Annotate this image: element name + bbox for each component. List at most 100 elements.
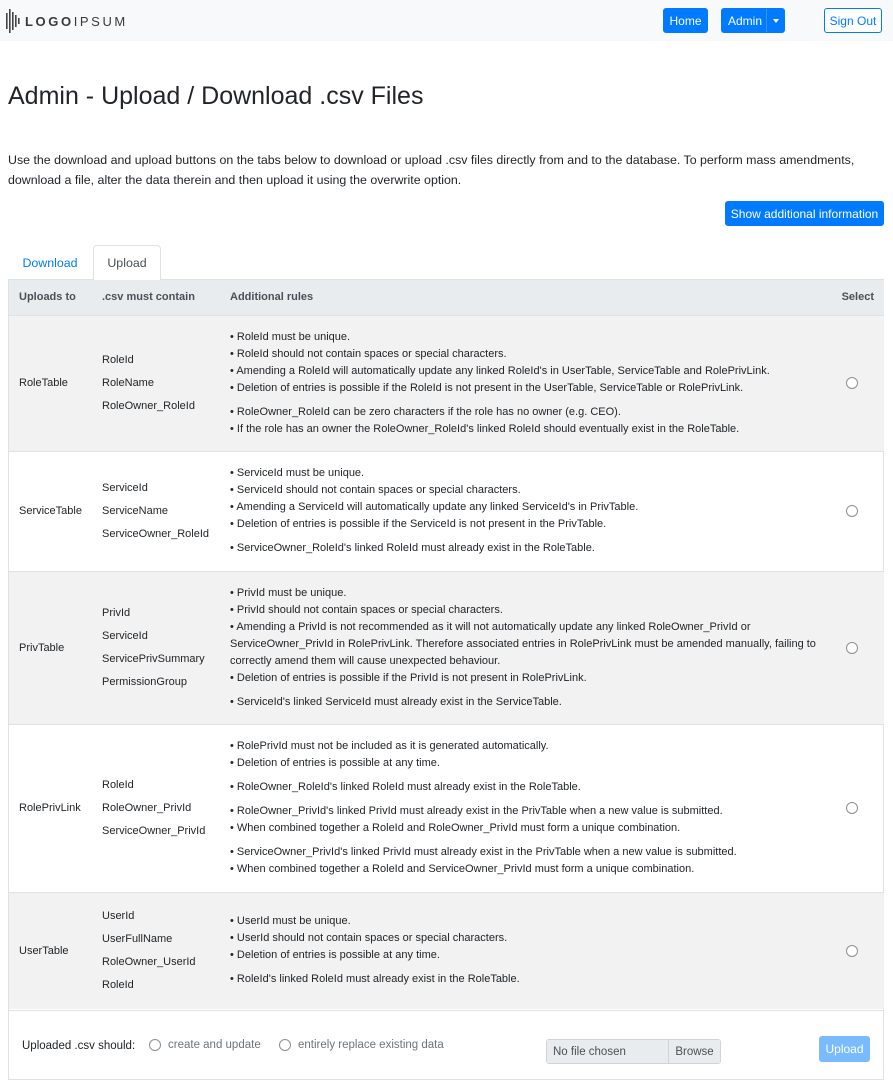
rule-item: Amending a ServiceId will automatically … [230,499,816,516]
rule-group: RoleOwner_RoleId can be zero characters … [230,404,816,438]
field-name: PermissionGroup [102,675,187,688]
field-name: ServicePrivSummary [102,652,205,665]
admin-label: Admin [728,13,763,28]
field-name: RoleOwner_RoleId [102,399,195,412]
header-csv-must-contain: .csv must contain [102,291,195,304]
rule-item: PrivId should not contain spaces or spec… [230,602,816,619]
option-replace-all[interactable]: entirely replace existing data [279,1039,444,1051]
field-name: RoleOwner_PrivId [102,801,192,814]
rule-item: Deletion of entries is possible if the R… [230,380,816,397]
field-name: ServiceName [102,504,169,517]
intro-text: Use the download and upload buttons on t… [8,153,855,187]
rule-group: RoleOwner_RoleId's linked RoleId must al… [230,779,816,796]
rules-cell: RoleId must be unique.RoleId should not … [220,315,830,451]
rule-group: RoleOwner_PrivId's linked PrivId must al… [230,803,816,837]
field-name: UserId [102,909,135,922]
rule-group: ServiceOwner_PrivId's linked PrivId must… [230,844,816,878]
option-create-update-label: create and update [168,1039,261,1051]
upload-panel: Uploads to .csv must contain Additional … [8,280,884,1080]
header-uploads-to: Uploads to [19,291,76,304]
upload-button[interactable]: Upload [819,1036,870,1062]
show-additional-info-button[interactable]: Show additional information [725,201,884,226]
select-radio[interactable] [846,944,858,957]
rule-group: RolePrivId must not be included as it is… [230,738,816,772]
table-row: ServiceTable ServiceId ServiceName ServiceO… [9,451,884,571]
sign-out-button[interactable]: Sign Out [824,8,882,33]
rule-item: ServiceId must be unique. [230,465,816,482]
field-name: RoleId [102,778,134,791]
fields-cell: RoleId RoleName RoleOwner_RoleId [92,315,220,451]
rule-item: UserId must be unique. [230,913,816,930]
rule-item: RoleOwner_RoleId can be zero characters … [230,404,816,421]
logo-text: LOGOIPSUM [25,13,128,29]
rule-item: ServiceOwner_RoleId's linked RoleId must… [230,540,816,557]
option-create-update[interactable]: create and update [149,1039,261,1051]
rule-item: ServiceOwner_PrivId's linked PrivId must… [230,844,816,861]
rule-item: RoleId should not contain spaces or spec… [230,346,816,363]
header-select: Select [841,291,874,304]
table-header-row: Uploads to .csv must contain Additional … [9,280,884,315]
rules-cell: RolePrivId must not be included as it is… [220,724,830,892]
table-row: PrivTable PrivId ServiceId ServicePrivSumma… [9,571,884,724]
admin-dropdown-toggle[interactable] [766,9,784,32]
rule-item: PrivId must be unique. [230,585,816,602]
field-name: RoleName [102,376,154,389]
rule-item: RoleId's linked RoleId must already exis… [230,971,816,988]
logo[interactable]: LOGOIPSUM [6,9,128,33]
select-radio[interactable] [846,505,858,518]
rule-group: RoleId's linked RoleId must already exis… [230,971,816,988]
select-radio[interactable] [846,377,858,390]
field-name: PrivId [102,606,131,619]
file-input[interactable]: No file chosen Browse [546,1039,721,1064]
fields-cell: ServiceId ServiceName ServiceOwner_RoleId [92,451,220,571]
select-cell [830,724,884,892]
field-name: UserFullName [102,932,173,945]
rule-group: PrivId must be unique.PrivId should not … [230,585,816,687]
header-additional-rules: Additional rules [230,291,314,304]
rule-item: Amending a PrivId is not recommended as … [230,619,816,670]
rule-item: RolePrivId must not be included as it is… [230,738,816,755]
caret-down-icon [772,18,779,23]
rule-item: When combined together a RoleId and Serv… [230,861,816,878]
field-name: ServiceOwner_RoleId [102,527,209,540]
logo-icon [6,9,20,33]
table-row: RolePrivLink RoleId RoleOwner_PrivId Servic… [9,724,884,892]
rule-item: When combined together a RoleId and Role… [230,820,816,837]
rule-item: If the role has an owner the RoleOwner_R… [230,421,816,438]
rules-cell: UserId must be unique.UserId should not … [220,892,830,1009]
rule-item: Deletion of entries is possible if the P… [230,670,816,687]
field-name: ServiceId [102,481,148,494]
select-radio[interactable] [846,641,858,654]
rule-item: ServiceId should not contain spaces or s… [230,482,816,499]
navbar: LOGOIPSUM Home Admin Sign Out [0,0,893,41]
upload-table: Uploads to .csv must contain Additional … [9,280,884,1009]
tab-upload[interactable]: Upload [93,245,161,281]
browse-button[interactable]: Browse [668,1040,720,1063]
radio-create-update[interactable] [149,1039,161,1051]
rule-group: ServiceId's linked ServiceId must alread… [230,694,816,711]
table-name-cell: UserTable [19,944,69,957]
admin-dropdown-button[interactable]: Admin [721,8,785,33]
table-row: UserTable UserId UserFullName RoleOwner_Use… [9,892,884,1009]
select-cell [830,892,884,1009]
option-replace-all-label: entirely replace existing data [298,1039,444,1051]
field-name: ServiceId [102,629,148,642]
rule-item: Deletion of entries is possible if the S… [230,516,816,533]
select-radio[interactable] [846,802,858,815]
upload-footer: Uploaded .csv should: create and update … [9,1010,883,1080]
page-title: Admin - Upload / Download .csv Files [8,82,424,110]
tab-download[interactable]: Download [8,245,92,280]
field-name: ServiceOwner_PrivId [102,824,206,837]
table-name-cell: PrivTable [19,641,65,654]
rule-item: ServiceId's linked ServiceId must alread… [230,694,816,711]
rule-group: UserId must be unique.UserId should not … [230,913,816,964]
file-status: No file chosen [547,1040,668,1063]
rule-item: Deletion of entries is possible at any t… [230,755,816,772]
home-button[interactable]: Home [663,8,708,33]
fields-cell: RoleId RoleOwner_PrivId ServiceOwner_PrivI… [92,724,220,892]
fields-cell: UserId UserFullName RoleOwner_UserId RoleId [92,892,220,1009]
select-cell [830,315,884,451]
field-name: RoleId [102,978,134,991]
rule-item: UserId should not contain spaces or spec… [230,930,816,947]
radio-replace-all[interactable] [279,1039,291,1051]
